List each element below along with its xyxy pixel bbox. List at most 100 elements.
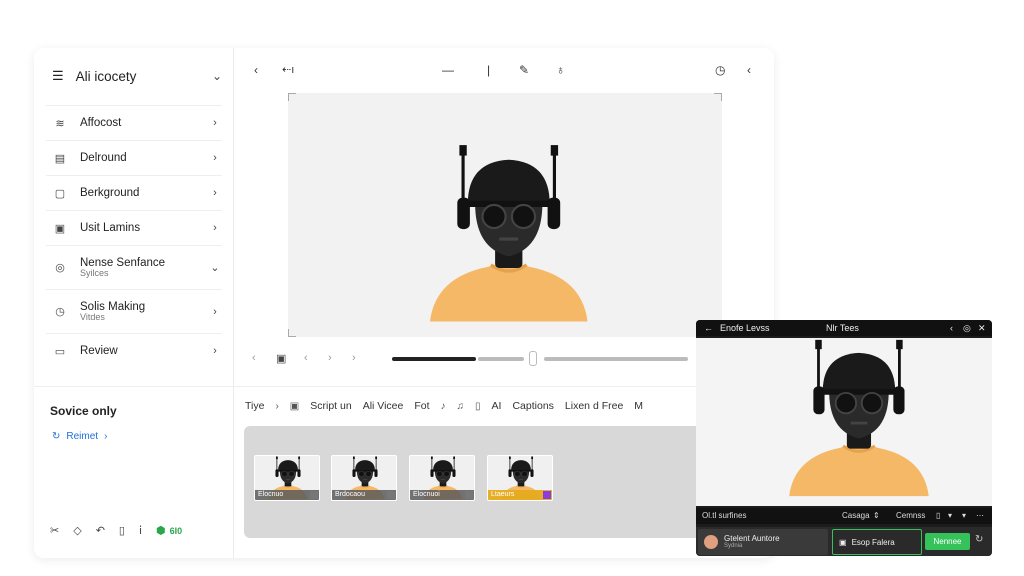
tab-captions[interactable]: Captions bbox=[512, 400, 553, 412]
progress-buffer bbox=[478, 357, 524, 361]
progress-played bbox=[392, 357, 476, 361]
sidebar-item-usit-lamins[interactable]: ▣ Usit Lamins › bbox=[46, 210, 222, 245]
service-link-label: Reimet bbox=[66, 431, 99, 442]
chevron-right-icon: › bbox=[213, 117, 217, 129]
next-icon[interactable]: › bbox=[328, 352, 332, 364]
tab-script[interactable]: Script un bbox=[310, 400, 351, 412]
clip-badge bbox=[543, 491, 551, 499]
more-icon[interactable]: ⋯ bbox=[976, 511, 984, 520]
preview-info-right[interactable]: Cemnss bbox=[896, 511, 925, 520]
trash-icon[interactable]: ▯ bbox=[119, 524, 125, 537]
text-cursor-icon[interactable]: | bbox=[487, 63, 490, 77]
tab-more[interactable]: M bbox=[634, 400, 643, 412]
document-icon[interactable]: ▯ bbox=[475, 401, 481, 412]
collapse-icon[interactable]: ‹ bbox=[747, 63, 751, 77]
status-badge-label: 6I0 bbox=[169, 525, 183, 536]
sidebar-item-review[interactable]: ▭ Review › bbox=[46, 333, 222, 368]
document-icon: ▤ bbox=[54, 152, 66, 165]
sidebar-item-delround[interactable]: ▤ Delround › bbox=[46, 140, 222, 175]
service-link[interactable]: ↻ Reimet › bbox=[52, 431, 107, 442]
preview-image[interactable] bbox=[696, 338, 992, 506]
pen-icon[interactable]: ✎ bbox=[519, 63, 529, 77]
tool-tabs: Tiye › ▣ Script un Ali Vicee Fot ♪ ♫ ▯ A… bbox=[245, 400, 774, 412]
music-note-icon[interactable]: ♫ bbox=[457, 401, 465, 412]
timeline-clip[interactable]: Elocnuo bbox=[254, 455, 320, 501]
video-canvas[interactable] bbox=[288, 93, 722, 337]
clip-badge bbox=[387, 491, 395, 499]
skip-back-icon[interactable]: ‹ bbox=[252, 352, 256, 364]
scrubber-handle[interactable] bbox=[529, 351, 537, 366]
sidebar-item-solis-making[interactable]: ◷ Solis Making Vitdes › bbox=[46, 289, 222, 333]
sidebar-item-label: Berkground bbox=[80, 186, 140, 199]
undo-button[interactable]: ⇠ı bbox=[282, 63, 294, 76]
chevron-right-icon: › bbox=[213, 345, 217, 357]
doc-icon[interactable]: ▯ bbox=[936, 511, 940, 520]
info-icon[interactable]: ⅰ bbox=[139, 524, 142, 537]
stepper-icon[interactable]: ⇕ bbox=[873, 511, 880, 520]
line-tool-icon[interactable]: — bbox=[442, 63, 454, 77]
sidebar-title: Ali icocety bbox=[75, 68, 137, 84]
tab-lixen-free[interactable]: Lixen d Free bbox=[565, 400, 623, 412]
wave-icon: ≋ bbox=[55, 117, 65, 130]
timeline[interactable]: Elocnuo Brdocaou Elocnuoi Ltaeurs bbox=[244, 426, 726, 538]
chevron-right-icon: › bbox=[213, 187, 217, 199]
tab-ai[interactable]: AI bbox=[492, 400, 502, 412]
chevron-down-icon[interactable]: ▾ bbox=[948, 511, 952, 520]
sidebar-item-nense-senfance[interactable]: ◎ Nense Senfance Syilces ⌄ bbox=[46, 245, 222, 289]
progress-remaining[interactable] bbox=[544, 357, 688, 361]
shield-icon: ⬢ bbox=[156, 525, 166, 537]
skip-forward-icon[interactable]: › bbox=[352, 352, 356, 364]
sidebar-list: ≋ Affocost › ▤ Delround › ▢ Berkground ›… bbox=[46, 105, 222, 368]
preview-infobar: Ol.tl surfines Casaga ⇕ Cemnss ▯ ▾ ▾ ⋯ bbox=[696, 508, 992, 524]
tab-tiye[interactable]: Tiye bbox=[245, 400, 264, 412]
preview-titlebar: ← Enofe Levss Nlr Tees ‹ ◎ ✕ bbox=[696, 320, 992, 336]
chevron-right-icon: › bbox=[213, 305, 217, 318]
crop-handle-tr[interactable] bbox=[714, 93, 722, 101]
timeline-clip[interactable]: Brdocaou bbox=[331, 455, 397, 501]
scissors-icon[interactable]: ✂ bbox=[50, 524, 59, 537]
top-toolbar: ‹ ⇠ı — | ✎ ♁ ◷ ‹ bbox=[234, 48, 774, 92]
menu-icon[interactable]: ☰ bbox=[52, 68, 64, 84]
clock-icon[interactable]: ◷ bbox=[715, 63, 725, 77]
tab-ali-vicee[interactable]: Ali Vicee bbox=[363, 400, 404, 412]
crop-handle-bl[interactable] bbox=[288, 329, 296, 337]
back-icon[interactable]: ‹ bbox=[254, 63, 258, 77]
sidebar-item-affocost[interactable]: ≋ Affocost › bbox=[46, 105, 222, 140]
refresh-icon[interactable]: ↻ bbox=[975, 534, 983, 545]
chevron-right-icon: › bbox=[104, 431, 108, 442]
music-icon[interactable]: ♪ bbox=[441, 401, 446, 412]
chevron-down-icon[interactable]: ⌄ bbox=[212, 69, 222, 83]
chevron-right-icon: › bbox=[275, 400, 279, 412]
timeline-clip[interactable]: Elocnuoi bbox=[409, 455, 475, 501]
tab-fot[interactable]: Fot bbox=[414, 400, 429, 412]
subject-image bbox=[787, 338, 931, 498]
undo-icon[interactable]: ↶ bbox=[96, 524, 105, 537]
grid-icon: ▣ bbox=[54, 222, 66, 235]
sidebar-item-text: Solis Making Vitdes bbox=[80, 301, 208, 323]
export-select[interactable]: ▣ Esop Falera bbox=[832, 529, 922, 555]
sidebar-header[interactable]: ☰ Ali icocety ⌄ bbox=[52, 66, 222, 86]
user-subtitle: Sydnia bbox=[724, 543, 743, 549]
crop-handle-tl[interactable] bbox=[288, 93, 296, 101]
dropdown-icon[interactable]: ▾ bbox=[962, 511, 966, 520]
user-name-block: Gtelent Auntore Sydnia bbox=[724, 535, 780, 550]
preview-subtitle: Nlr Tees bbox=[826, 323, 859, 333]
sidebar-item-label: Delround bbox=[80, 151, 127, 164]
prev-icon[interactable]: ‹ bbox=[304, 352, 308, 364]
export-button[interactable]: Nennee bbox=[925, 533, 970, 550]
frame-icon[interactable]: ▣ bbox=[276, 352, 286, 365]
back-icon[interactable]: ← bbox=[704, 323, 713, 333]
preview-info-mid[interactable]: Casaga bbox=[842, 511, 870, 520]
lightbulb-icon[interactable]: ♁ bbox=[556, 63, 565, 77]
user-card[interactable]: Gtelent Auntore Sydnia bbox=[698, 529, 828, 555]
chevron-right-icon: › bbox=[213, 222, 217, 234]
service-title: Sovice only bbox=[50, 404, 117, 418]
collapse-icon[interactable]: ‹ bbox=[950, 323, 953, 333]
subject-image bbox=[428, 143, 590, 324]
settings-icon[interactable]: ◎ bbox=[963, 323, 971, 334]
clock-icon: ◷ bbox=[55, 306, 65, 318]
tag-icon[interactable]: ◇ bbox=[73, 524, 81, 537]
timeline-clip[interactable]: Ltaeurs bbox=[487, 455, 553, 501]
sidebar-item-berkground[interactable]: ▢ Berkground › bbox=[46, 175, 222, 210]
close-icon[interactable]: ✕ bbox=[978, 323, 986, 334]
